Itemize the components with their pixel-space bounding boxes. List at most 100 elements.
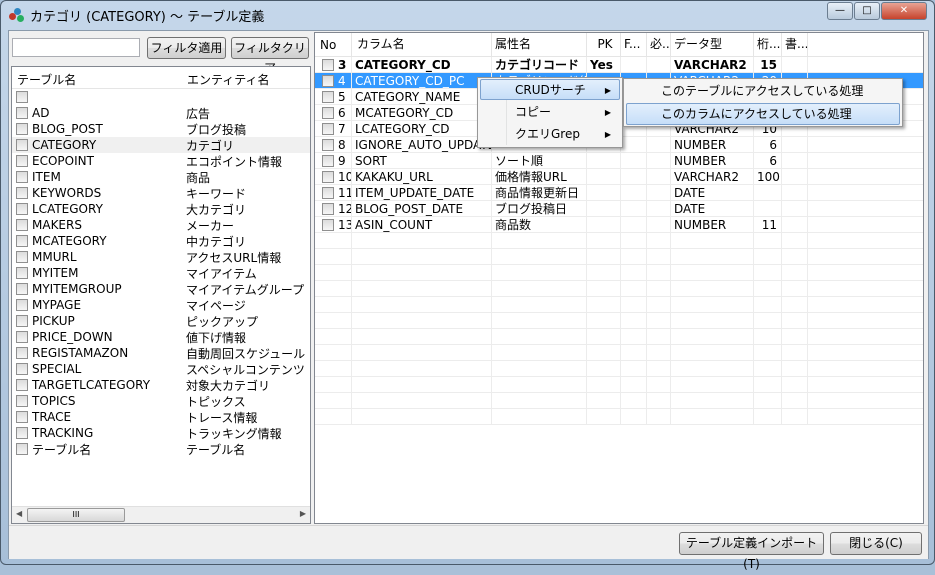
row-checkbox[interactable]	[16, 443, 28, 455]
header-length[interactable]: 桁...	[754, 33, 782, 57]
import-table-definition-button[interactable]: テーブル定義インポート(T)	[679, 532, 824, 571]
table-list-row[interactable]: CATEGORY カテゴリ	[12, 137, 310, 153]
table-list-row[interactable]: AD 広告	[12, 105, 310, 121]
column-grid-row[interactable]: 10 KAKAKU_URL 価格情報URL VARCHAR2 100	[315, 168, 923, 185]
row-checkbox[interactable]	[16, 219, 28, 231]
table-list-row[interactable]: TRACE トレース情報	[12, 409, 310, 425]
minimize-button[interactable]: —	[827, 2, 853, 20]
row-checkbox[interactable]	[16, 411, 28, 423]
row-checkbox[interactable]	[16, 379, 28, 391]
column-grid-row[interactable]: 13 ASIN_COUNT 商品数 NUMBER 11	[315, 216, 923, 233]
row-checkbox[interactable]	[322, 202, 334, 215]
header-column-name[interactable]: カラム名	[352, 33, 492, 57]
column-grid-row[interactable]: 3 CATEGORY_CD カテゴリコード Yes VARCHAR2 15	[315, 56, 923, 73]
row-checkbox[interactable]	[16, 171, 28, 183]
table-list-row[interactable]: PICKUP ピックアップ	[12, 313, 310, 329]
horizontal-scrollbar[interactable]: ◀ III ▶	[12, 506, 310, 523]
row-checkbox[interactable]	[322, 106, 334, 119]
table-list-row[interactable]: MYITEMGROUP マイアイテムグループ	[12, 281, 310, 297]
header-table-name[interactable]: テーブル名	[12, 67, 182, 88]
scroll-thumb[interactable]: III	[27, 508, 125, 522]
row-checkbox[interactable]	[16, 123, 28, 135]
table-list-row[interactable]: TRACKING トラッキング情報	[12, 425, 310, 441]
header-fk[interactable]: F...	[621, 33, 647, 57]
header-entity-name[interactable]: エンティティ名	[182, 67, 275, 88]
scroll-right-icon[interactable]: ▶	[300, 509, 306, 518]
table-name-cell: TARGETLCATEGORY	[12, 378, 182, 392]
row-checkbox[interactable]	[16, 267, 28, 279]
row-checkbox[interactable]	[16, 107, 28, 119]
header-attribute-name[interactable]: 属性名	[492, 33, 587, 57]
row-checkbox[interactable]	[16, 155, 28, 167]
close-window-button[interactable]: ✕	[881, 2, 927, 20]
filter-clear-button[interactable]: フィルタクリア	[231, 37, 309, 75]
table-list-row[interactable]: SPECIAL スペシャルコンテンツ	[12, 361, 310, 377]
header-format[interactable]: 書...	[782, 33, 808, 57]
header-required[interactable]: 必...	[647, 33, 671, 57]
table-list-row[interactable]: LCATEGORY 大カテゴリ	[12, 201, 310, 217]
row-checkbox[interactable]	[16, 283, 28, 295]
menu-item[interactable]: コピー ▶	[480, 101, 620, 122]
table-list-row[interactable]: TOPICS トピックス	[12, 393, 310, 409]
row-checkbox[interactable]	[16, 427, 28, 439]
scroll-left-icon[interactable]: ◀	[16, 509, 22, 518]
empty-cell	[492, 360, 587, 377]
table-list-row[interactable]: PRICE_DOWN 値下げ情報	[12, 329, 310, 345]
menu-item[interactable]: CRUDサーチ ▶	[480, 79, 620, 100]
table-list-row[interactable]: ECOPOINT エコポイント情報	[12, 153, 310, 169]
filter-apply-button[interactable]: フィルタ適用	[147, 37, 226, 59]
row-checkbox[interactable]	[16, 187, 28, 199]
column-name: KAKAKU_URL	[352, 168, 492, 185]
column-grid-row[interactable]: 9 SORT ソート順 NUMBER 6	[315, 152, 923, 169]
row-checkbox[interactable]	[322, 122, 334, 135]
table-list-row[interactable]: MCATEGORY 中カテゴリ	[12, 233, 310, 249]
fk-flag	[621, 136, 647, 153]
row-checkbox[interactable]	[16, 347, 28, 359]
row-checkbox[interactable]	[16, 235, 28, 247]
table-list-row[interactable]: BLOG_POST ブログ投稿	[12, 121, 310, 137]
row-checkbox[interactable]	[16, 299, 28, 311]
filter-input[interactable]	[12, 38, 140, 57]
submenu-item[interactable]: このテーブルにアクセスしている処理	[626, 80, 900, 102]
empty-cell	[352, 264, 492, 281]
row-checkbox[interactable]	[322, 170, 334, 183]
row-checkbox[interactable]	[16, 139, 28, 151]
header-pk[interactable]: PK	[587, 33, 621, 57]
header-no[interactable]: No	[315, 33, 352, 57]
menu-item[interactable]: クエリGrep ▶	[480, 123, 620, 144]
row-checkbox[interactable]	[322, 218, 334, 231]
table-list-row[interactable]: MYPAGE マイページ	[12, 297, 310, 313]
table-list-row[interactable]: KEYWORDS キーワード	[12, 185, 310, 201]
close-button[interactable]: 閉じる(C)	[830, 532, 922, 555]
empty-grid-row	[315, 232, 923, 249]
table-list-row[interactable]: テーブル名 テーブル名	[12, 441, 310, 457]
row-checkbox[interactable]	[16, 363, 28, 375]
empty-cell	[352, 376, 492, 393]
row-checkbox[interactable]	[322, 58, 334, 71]
entity-name: スペシャルコンテンツ	[186, 362, 305, 377]
table-list-row[interactable]	[12, 89, 310, 105]
submenu-arrow-icon: ▶	[604, 108, 611, 117]
table-list-row[interactable]: ITEM 商品	[12, 169, 310, 185]
row-checkbox[interactable]	[322, 90, 334, 103]
table-list-row[interactable]: TARGETLCATEGORY 対象大カテゴリ	[12, 377, 310, 393]
header-data-type[interactable]: データ型	[671, 33, 754, 57]
row-checkbox[interactable]	[16, 251, 28, 263]
row-checkbox[interactable]	[16, 331, 28, 343]
row-checkbox[interactable]	[16, 203, 28, 215]
row-checkbox[interactable]	[16, 91, 28, 103]
table-list-row[interactable]: MAKERS メーカー	[12, 217, 310, 233]
row-checkbox[interactable]	[322, 74, 334, 87]
table-list-row[interactable]: MMURL アクセスURL情報	[12, 249, 310, 265]
table-list-row[interactable]: MYITEM マイアイテム	[12, 265, 310, 281]
row-checkbox[interactable]	[16, 315, 28, 327]
row-checkbox[interactable]	[16, 395, 28, 407]
maximize-button[interactable]: □	[854, 2, 880, 20]
row-checkbox[interactable]	[322, 138, 334, 151]
submenu-item[interactable]: このカラムにアクセスしている処理	[626, 103, 900, 125]
row-checkbox[interactable]	[322, 186, 334, 199]
table-list-row[interactable]: REGISTAMAZON 自動周回スケジュール	[12, 345, 310, 361]
column-grid-row[interactable]: 12 BLOG_POST_DATE ブログ投稿日 DATE	[315, 200, 923, 217]
column-grid-row[interactable]: 11 ITEM_UPDATE_DATE 商品情報更新日 DATE	[315, 184, 923, 201]
row-checkbox[interactable]	[322, 154, 334, 167]
